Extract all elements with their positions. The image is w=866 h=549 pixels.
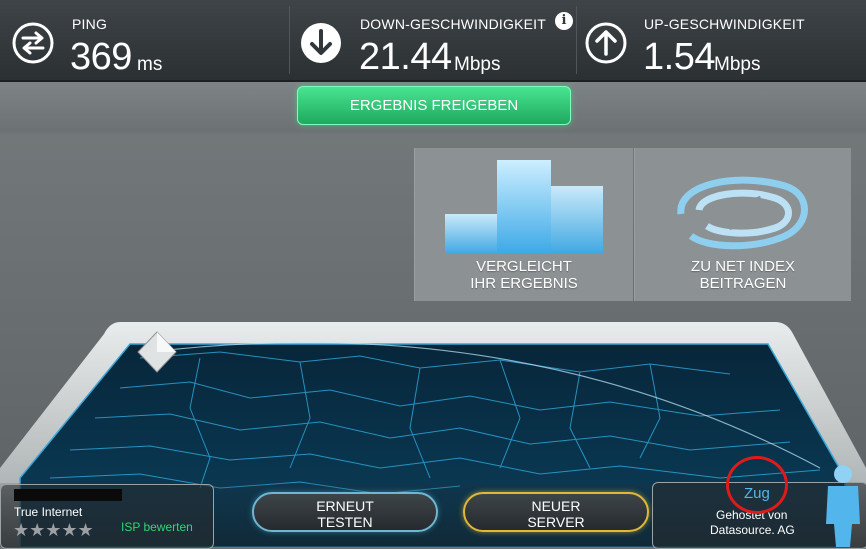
isp-name: True Internet (14, 505, 83, 519)
share-result-button[interactable]: ERGEBNIS FREIGEBEN (297, 86, 571, 125)
host-person-icon (826, 465, 860, 547)
download-unit: Mbps (454, 54, 501, 75)
compare-result-panel[interactable]: VERGLEICHT IHR ERGEBNIS (414, 148, 633, 301)
net-index-panel[interactable]: ZU NET INDEX BEITRAGEN (634, 148, 851, 301)
ping-stat: PING 369 ms (0, 6, 290, 78)
upload-stat: UP-GESCHWINDIGKEIT 1.54 Mbps (577, 6, 866, 78)
ping-unit: ms (137, 54, 163, 75)
isp-rating-stars[interactable]: ★★★★★ (13, 520, 94, 541)
upload-value: 1.54 (643, 36, 715, 78)
upload-arrow-icon (585, 22, 627, 64)
download-arrow-icon (301, 23, 341, 63)
rate-isp-link[interactable]: ISP bewerten (121, 520, 193, 534)
download-label: DOWN-GESCHWINDIGKEIT (360, 16, 546, 32)
ping-label: PING (72, 16, 108, 32)
net-index-label: ZU NET INDEX BEITRAGEN (691, 258, 795, 292)
net-index-icon (677, 176, 808, 250)
upload-unit: Mbps (714, 54, 761, 75)
host-provider: Datasource. AG (710, 523, 795, 537)
ping-value: 369 (70, 36, 132, 78)
highlight-circle (726, 456, 788, 514)
compare-result-label: VERGLEICHT IHR ERGEBNIS (470, 258, 578, 292)
bar-chart-icon (445, 160, 603, 254)
redacted-ip (14, 489, 122, 501)
ping-arrows-icon (12, 22, 54, 64)
upload-label: UP-GESCHWINDIGKEIT (644, 16, 805, 32)
retest-button[interactable]: ERNEUT TESTEN (252, 492, 438, 532)
download-value: 21.44 (359, 36, 452, 78)
new-server-button[interactable]: NEUER SERVER (463, 492, 649, 532)
download-stat: DOWN-GESCHWINDIGKEIT 21.44 Mbps (290, 6, 577, 78)
results-bar: PING 369 ms DOWN-GESCHWINDIGKEIT 21.44 M… (0, 0, 866, 82)
info-icon[interactable]: i (555, 12, 573, 30)
